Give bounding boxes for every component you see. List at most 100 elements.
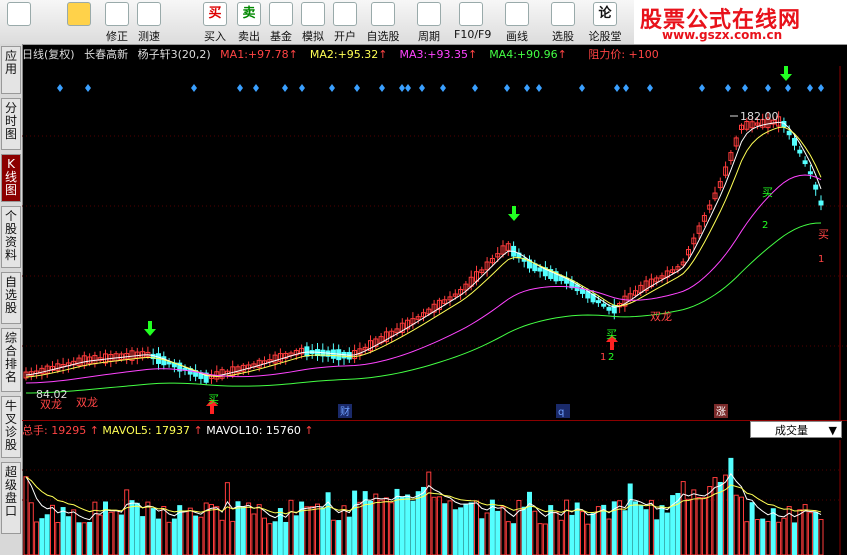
volume-bar [474, 500, 479, 555]
fund-button[interactable]: 基金 [264, 2, 298, 43]
volume-chart[interactable] [22, 440, 847, 555]
mavol5-value: 17937 [155, 424, 191, 437]
volume-bar [553, 511, 559, 555]
volume-bar [717, 481, 723, 555]
double-dragon-label: 双龙 [76, 396, 98, 409]
volume-selector-label: 成交量 [775, 424, 808, 437]
sell-button[interactable]: 卖卖出 [232, 2, 266, 43]
candle [595, 300, 601, 304]
ma-name: MA2 [309, 48, 334, 61]
lock-button[interactable]: 开户 [328, 2, 362, 43]
up-down-button[interactable]: 修正 [100, 2, 134, 43]
signal-diamond [405, 84, 411, 92]
volume-bar [60, 507, 66, 555]
volume-bar [405, 494, 411, 555]
period-label[interactable]: 日线(复权) [22, 48, 75, 61]
volume-bar [50, 504, 55, 555]
back-arrow-button[interactable] [62, 2, 96, 42]
sidebar-tab[interactable]: 分时图 [1, 98, 21, 150]
buy-signal: 买 [762, 186, 773, 199]
volume-label: 总手 [22, 424, 44, 437]
volume-bar [436, 496, 442, 555]
volume-bar [797, 509, 803, 555]
volume-bar [230, 520, 236, 555]
f10-button[interactable]: F10/F9 [454, 2, 491, 42]
candle [606, 307, 612, 311]
volume-bar [171, 518, 177, 555]
volume-bar [214, 506, 220, 555]
volume-bar [633, 501, 638, 555]
volume-bar [680, 481, 686, 555]
volume-bar [246, 502, 252, 555]
kline-chart[interactable]: 182.0084.02 买买买买双龙 双龙双龙2121财 q 涨 [22, 66, 847, 420]
sidebar-tab[interactable]: 个股资料 [1, 206, 21, 268]
volume-bar [256, 504, 262, 555]
sidebar-tab[interactable]: 牛叉诊股 [1, 396, 21, 458]
volume-bar [701, 497, 707, 555]
toolbar-button-label: 修正 [106, 30, 128, 43]
volume-bar [754, 519, 760, 555]
volume-bar [65, 516, 71, 555]
volume-bar [807, 512, 813, 555]
volume-bar [458, 507, 464, 555]
volume-bar [569, 514, 575, 555]
signal-diamond [579, 84, 585, 92]
volume-bar [484, 512, 490, 555]
ma-value: +90.96 [516, 48, 558, 61]
signal-diamond [742, 84, 748, 92]
ma-line [25, 121, 822, 377]
volume-bar [654, 519, 660, 555]
signal-diamond [440, 84, 446, 92]
sidebar-tab[interactable]: 综合排名 [1, 328, 21, 392]
signal-diamond [253, 84, 259, 92]
sell-signal: 买 [818, 228, 829, 241]
event-marker: q [558, 407, 564, 418]
volume-bar [140, 516, 146, 555]
ma-line [25, 126, 822, 378]
volume-bar [118, 514, 124, 555]
buy-button[interactable]: 买买入 [198, 2, 232, 43]
up-down-icon [105, 2, 129, 26]
volume-bar [410, 500, 416, 555]
forum-button[interactable]: 论论股堂 [588, 2, 622, 43]
volume-bar [558, 519, 564, 555]
home-button[interactable] [2, 2, 36, 42]
hammer-button[interactable]: 模拟 [296, 2, 330, 43]
volume-bar [595, 506, 601, 555]
ma-value: +95.32 [337, 48, 379, 61]
ma-name: MA4 [489, 48, 514, 61]
volume-bar [765, 520, 771, 555]
volume-bar [182, 510, 188, 555]
sidebar: 应用分时图 K线图个股资料自选股综合排名牛叉诊股超级盘口 [0, 44, 23, 555]
favorites-button[interactable]: 自选股 [366, 2, 400, 43]
signal-diamond [85, 84, 91, 92]
speed-button[interactable]: 测速 [132, 2, 166, 43]
volume-bar [251, 513, 257, 555]
signal-diamond [623, 84, 629, 92]
f10-icon [459, 2, 483, 26]
volume-bar [527, 491, 532, 555]
volume-bar [781, 517, 787, 555]
volume-bar [378, 499, 384, 555]
volume-bar [733, 494, 739, 555]
volume-bar [664, 512, 670, 555]
sidebar-tab[interactable]: 自选股 [1, 272, 21, 324]
toolbar-button-label: 开户 [334, 30, 356, 43]
sidebar-tab[interactable]: 应用 [1, 46, 21, 94]
clock-button[interactable]: 周期 [412, 2, 446, 43]
volume-bar [55, 521, 61, 555]
select-stock-button[interactable]: 选股 [546, 2, 580, 43]
toolbar-button-label: 论股堂 [588, 30, 622, 43]
volume-bar [442, 503, 448, 555]
pen-button[interactable]: 画线 [500, 2, 534, 43]
sidebar-tab[interactable]: 超级盘口 [1, 462, 21, 534]
down-arrow-icon [144, 321, 156, 336]
down-arrow-icon [780, 66, 792, 81]
volume-indicator-select[interactable]: 成交量 ▼ [750, 421, 842, 438]
volume-bar [389, 502, 395, 555]
volume-bar [240, 506, 246, 555]
signal-number: 2 [608, 352, 614, 363]
indicator-name[interactable]: 杨子轩3(20,2) [138, 48, 211, 61]
volume-bar [606, 518, 612, 555]
sidebar-tab[interactable]: K线图 [1, 154, 21, 202]
